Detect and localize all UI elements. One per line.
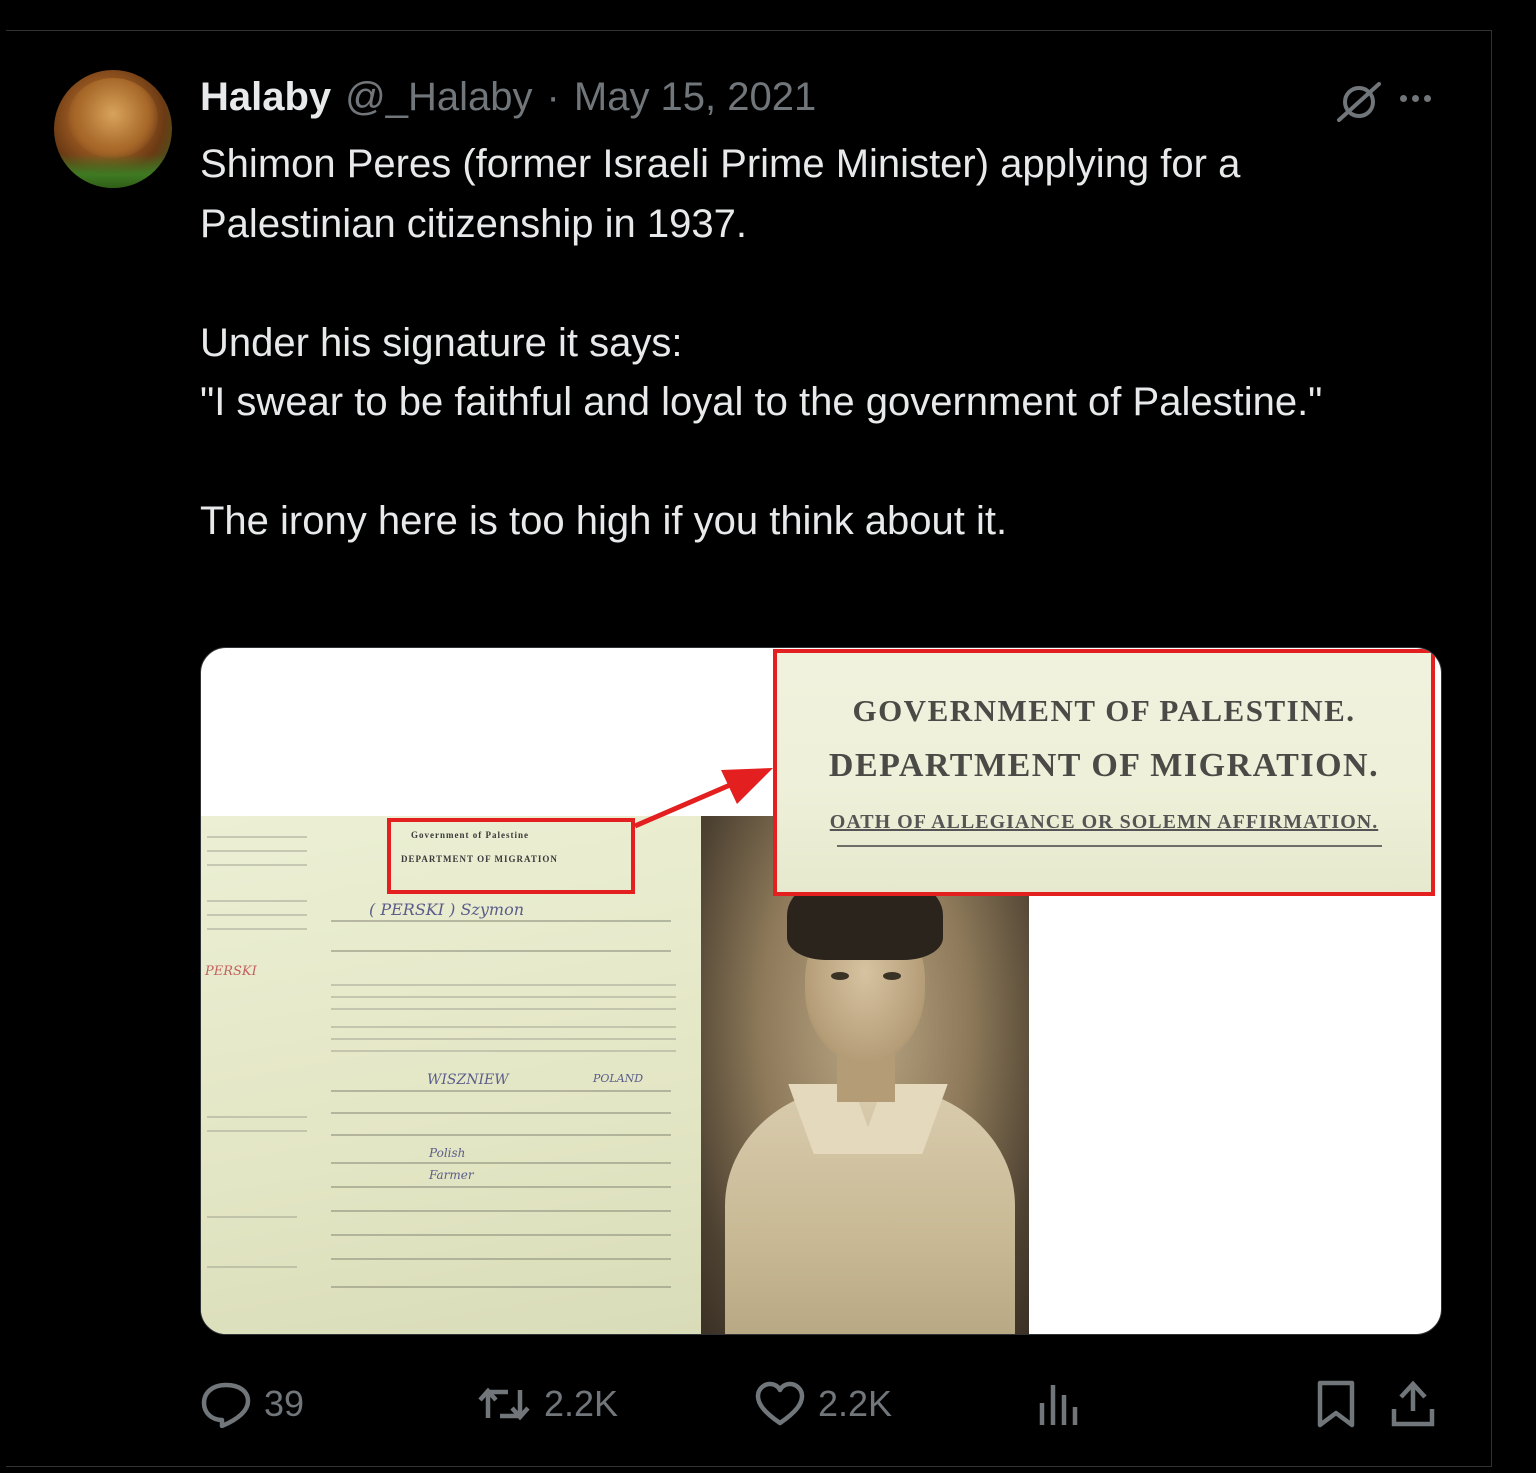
reply-button[interactable]: 39 xyxy=(200,1374,304,1434)
doc-field-line xyxy=(331,920,671,922)
doc-field-line xyxy=(331,1258,671,1260)
doc-text-line xyxy=(207,1116,307,1118)
avatar-lion-mane xyxy=(68,78,158,158)
author-handle[interactable]: @_Halaby xyxy=(345,75,532,120)
doc-handwritten-name: ( PERSKI ) Szymon xyxy=(369,900,525,919)
more-dot-icon xyxy=(1411,94,1419,102)
doc-text-line xyxy=(331,996,676,998)
doc-text-line xyxy=(207,850,307,852)
portrait-eye xyxy=(831,972,849,980)
zoomed-header-inset: GOVERNMENT OF PALESTINE. DEPARTMENT OF M… xyxy=(773,649,1435,896)
doc-text-line xyxy=(207,928,307,930)
doc-field-line xyxy=(331,1090,671,1092)
avatar-grass xyxy=(54,154,172,188)
tweet-text: Shimon Peres (former Israeli Prime Minis… xyxy=(200,135,1440,552)
highlight-box-small xyxy=(387,818,635,894)
tweet-paragraph-3: The irony here is too high if you think … xyxy=(200,499,1008,543)
doc-field-line xyxy=(331,950,671,952)
tweet-actions-bar: 39 2.2K 2.2K xyxy=(0,1374,1536,1434)
doc-field-line xyxy=(331,1210,671,1212)
doc-nationality: Polish xyxy=(429,1146,466,1160)
reply-count: 39 xyxy=(264,1383,305,1424)
doc-text-line xyxy=(207,1266,297,1268)
doc-place-of-birth: WISZNIEW xyxy=(427,1072,509,1088)
doc-field-line xyxy=(331,1186,671,1188)
retweet-count: 2.2K xyxy=(544,1383,619,1424)
portrait-eye xyxy=(883,972,901,980)
doc-text-line xyxy=(331,1038,676,1040)
grok-icon[interactable] xyxy=(1334,80,1384,124)
header-separator: · xyxy=(546,74,560,119)
like-button[interactable]: 2.2K xyxy=(754,1374,892,1434)
doc-field-line xyxy=(331,1162,671,1164)
bookmark-icon xyxy=(1317,1380,1355,1428)
tweet-paragraph-1: Shimon Peres (former Israeli Prime Minis… xyxy=(200,142,1252,246)
tweet-header: Halaby @_Halaby · May 15, 2021 xyxy=(200,72,816,122)
doc-country: POLAND xyxy=(593,1072,644,1085)
author-name[interactable]: Halaby xyxy=(200,75,331,120)
doc-text-line xyxy=(207,864,307,866)
doc-red-annotation: PERSKI xyxy=(205,964,257,979)
doc-text-line xyxy=(331,1008,676,1010)
avatar[interactable] xyxy=(54,70,172,188)
share-icon xyxy=(1391,1380,1435,1427)
doc-text-line xyxy=(207,836,307,838)
doc-text-line xyxy=(331,1026,676,1028)
views-button[interactable] xyxy=(1036,1374,1082,1434)
more-options-icon[interactable] xyxy=(1392,80,1438,116)
retweet-icon xyxy=(478,1387,530,1421)
bookmark-button[interactable] xyxy=(1314,1374,1358,1434)
views-icon xyxy=(1039,1385,1078,1425)
tweet-paragraph-2: Under his signature it says: "I swear to… xyxy=(200,320,1323,425)
doc-text-line xyxy=(207,914,307,916)
doc-text-line xyxy=(331,1050,676,1052)
zoom-line-department: DEPARTMENT OF MIGRATION. xyxy=(828,747,1380,784)
reply-icon xyxy=(201,1382,251,1428)
zoom-line-oath: OATH OF ALLEGIANCE OR SOLEMN AFFIRMATION… xyxy=(829,811,1379,833)
share-button[interactable] xyxy=(1390,1374,1436,1434)
doc-text-line xyxy=(207,1216,297,1218)
retweet-button[interactable]: 2.2K xyxy=(476,1374,618,1434)
doc-text-line xyxy=(331,984,676,986)
tweet-media[interactable]: Government of Palestine DEPARTMENT OF MI… xyxy=(200,647,1442,1335)
doc-text-line xyxy=(207,1130,307,1132)
zoom-line-government: GOVERNMENT OF PALESTINE. xyxy=(852,693,1356,728)
doc-field-line xyxy=(331,1112,671,1114)
more-dot-icon xyxy=(1423,94,1431,102)
more-dot-icon xyxy=(1399,94,1407,102)
doc-occupation: Farmer xyxy=(429,1168,474,1182)
doc-field-line xyxy=(331,1286,671,1288)
doc-field-line xyxy=(331,1234,671,1236)
like-count: 2.2K xyxy=(818,1383,893,1424)
like-icon xyxy=(755,1381,805,1426)
zoom-underline xyxy=(837,845,1382,847)
tweet-date[interactable]: May 15, 2021 xyxy=(574,75,816,120)
doc-text-line xyxy=(207,900,307,902)
doc-field-line xyxy=(331,1134,671,1136)
